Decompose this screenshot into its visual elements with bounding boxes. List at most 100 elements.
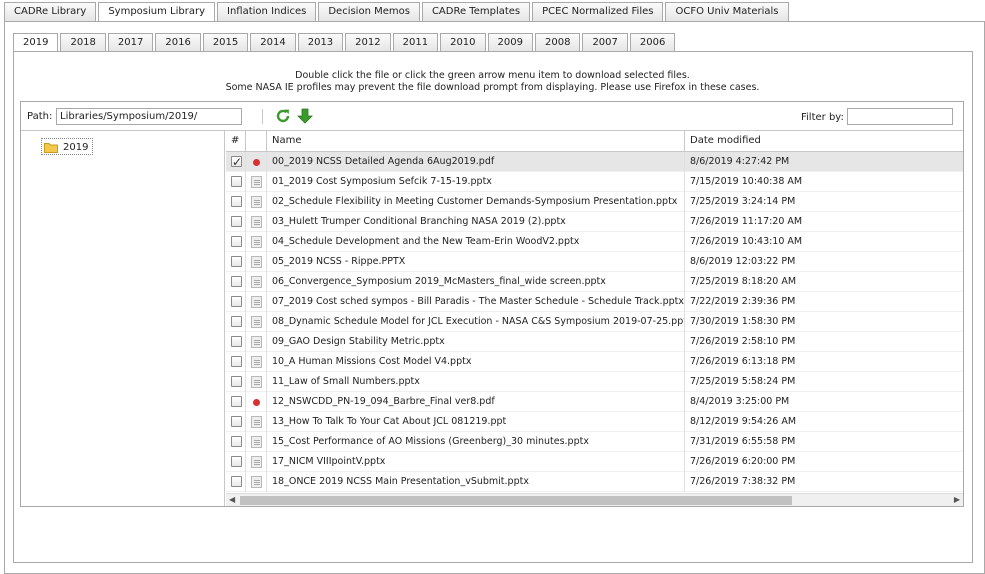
tab-symposium-library[interactable]: Symposium Library (98, 2, 216, 23)
tab-year-2016[interactable]: 2016 (155, 33, 201, 52)
tab-year-2013[interactable]: 2013 (297, 33, 344, 52)
table-row[interactable]: 10_A Human Missions Cost Model V4.pptx 7/… (226, 352, 963, 372)
row-checkbox[interactable] (231, 436, 242, 447)
file-name[interactable]: 10_A Human Missions Cost Model V4.pptx (267, 352, 685, 372)
tab-year-2009[interactable]: 2009 (487, 33, 533, 52)
table-row[interactable]: 00_2019 NCSS Detailed Agenda 6Aug2019.pd… (226, 152, 963, 172)
table-row[interactable]: 08_Dynamic Schedule Model for JCL Execut… (226, 312, 963, 332)
row-checkbox[interactable] (231, 296, 242, 307)
row-checkbox[interactable] (231, 456, 242, 467)
table-row[interactable]: 05_2019 NCSS - Rippe.PPTX 8/6/2019 12:03:… (226, 252, 963, 272)
row-checkbox[interactable] (231, 276, 242, 287)
tab-year-2006[interactable]: 2006 (629, 33, 676, 52)
row-checkbox[interactable] (231, 356, 242, 367)
file-name[interactable]: 07_2019 Cost sched sympos - Bill Paradis… (267, 292, 685, 312)
column-header-number[interactable]: # (226, 131, 246, 152)
table-row[interactable]: 04_Schedule Development and the New Team… (226, 232, 963, 252)
document-file-icon (251, 476, 262, 488)
row-checkbox[interactable] (231, 336, 242, 347)
row-select-cell (226, 252, 246, 272)
tab-cadre-library[interactable]: CADRe Library (4, 2, 97, 22)
file-date-modified: 7/26/2019 6:20:00 PM (690, 456, 796, 467)
row-select-cell (226, 412, 246, 432)
table-row[interactable]: 02_Schedule Flexibility in Meeting Custo… (226, 192, 963, 212)
tree-folder-2019[interactable]: 2019 (41, 138, 94, 155)
year-tabs: 2019 2018 2017 2016 2015 2014 2013 2012 … (13, 33, 677, 53)
tab-year-2014[interactable]: 2014 (250, 33, 296, 52)
row-checkbox[interactable] (231, 396, 242, 407)
table-row[interactable]: 18_ONCE 2019 NCSS Main Presentation_vSub… (226, 472, 963, 492)
file-name[interactable]: 11_Law of Small Numbers.pptx (267, 372, 685, 392)
file-name[interactable]: 03_Hulett Trumper Conditional Branching … (267, 212, 685, 232)
row-checkbox[interactable] (231, 416, 242, 427)
row-checkbox[interactable] (231, 196, 242, 207)
file-name[interactable]: 00_2019 NCSS Detailed Agenda 6Aug2019.pd… (267, 152, 685, 172)
path-input[interactable] (56, 108, 242, 125)
tab-cadre-templates[interactable]: CADRe Templates (421, 2, 531, 22)
file-name[interactable]: 04_Schedule Development and the New Team… (267, 232, 685, 252)
column-header-date-modified[interactable]: Date modified (685, 131, 963, 152)
table-row[interactable]: 12_NSWCDD_PN-19_094_Barbre_Final ver8.pd… (226, 392, 963, 412)
table-row[interactable]: 06_Convergence_Symposium 2019_McMasters_… (226, 272, 963, 292)
column-header-icon (246, 131, 267, 152)
table-row[interactable]: 15_Cost Performance of AO Missions (Gree… (226, 432, 963, 452)
tab-ocfo-univ-materials[interactable]: OCFO Univ Materials (665, 2, 789, 22)
table-row[interactable]: 01_2019 Cost Symposium Sefcik 7-15-19.pp… (226, 172, 963, 192)
row-checkbox[interactable] (231, 256, 242, 267)
library-tabs: CADRe Library Symposium Library Inflatio… (4, 2, 791, 23)
tab-decision-memos[interactable]: Decision Memos (318, 2, 420, 22)
row-icon-cell (246, 452, 267, 472)
file-name[interactable]: 17_NICM VIIIpointV.pptx (267, 452, 685, 472)
file-name[interactable]: 05_2019 NCSS - Rippe.PPTX (267, 252, 685, 272)
tab-year-2019[interactable]: 2019 (13, 33, 59, 53)
scroll-left-icon[interactable]: ◀ (229, 495, 235, 504)
refresh-icon[interactable] (275, 108, 291, 124)
scroll-right-icon[interactable]: ▶ (954, 495, 960, 504)
tab-year-2012[interactable]: 2012 (345, 33, 391, 52)
download-instructions: Double click the file or click the green… (295, 70, 690, 81)
tab-year-2017[interactable]: 2017 (107, 33, 154, 52)
document-file-icon (251, 276, 262, 288)
file-name[interactable]: 06_Convergence_Symposium 2019_McMasters_… (267, 272, 685, 292)
row-checkbox[interactable] (231, 236, 242, 247)
table-row[interactable]: 13_How To Talk To Your Cat About JCL 081… (226, 412, 963, 432)
row-checkbox[interactable] (231, 176, 242, 187)
tab-year-2011[interactable]: 2011 (392, 33, 439, 52)
tab-year-2007[interactable]: 2007 (582, 33, 628, 52)
document-file-icon (251, 256, 262, 268)
document-file-icon (251, 376, 262, 388)
file-name[interactable]: 09_GAO Design Stability Metric.pptx (267, 332, 685, 352)
tab-year-2018[interactable]: 2018 (60, 33, 106, 52)
row-checkbox[interactable] (231, 376, 242, 387)
tab-inflation-indices[interactable]: Inflation Indices (217, 2, 317, 22)
horizontal-scrollbar[interactable]: ◀ ▶ (226, 493, 963, 506)
file-name[interactable]: 02_Schedule Flexibility in Meeting Custo… (267, 192, 685, 212)
tab-year-2015[interactable]: 2015 (202, 33, 249, 52)
file-date-modified: 7/31/2019 6:55:58 PM (690, 436, 796, 447)
file-name[interactable]: 01_2019 Cost Symposium Sefcik 7-15-19.pp… (267, 172, 685, 192)
filter-input[interactable] (847, 108, 953, 125)
tab-year-2010[interactable]: 2010 (440, 33, 486, 52)
row-select-cell (226, 432, 246, 452)
pdf-file-icon (251, 396, 262, 408)
row-checkbox[interactable] (231, 316, 242, 327)
scrollbar-thumb[interactable] (240, 496, 792, 505)
table-row[interactable]: 07_2019 Cost sched sympos - Bill Paradis… (226, 292, 963, 312)
row-checkbox[interactable] (231, 153, 242, 172)
file-name[interactable]: 12_NSWCDD_PN-19_094_Barbre_Final ver8.pd… (267, 392, 685, 412)
file-name[interactable]: 13_How To Talk To Your Cat About JCL 081… (267, 412, 685, 432)
table-row[interactable]: 11_Law of Small Numbers.pptx 7/25/2019 5:… (226, 372, 963, 392)
column-header-name[interactable]: Name (267, 131, 685, 152)
row-checkbox[interactable] (231, 476, 242, 487)
row-select-cell (226, 272, 246, 292)
tab-year-2008[interactable]: 2008 (534, 33, 581, 52)
file-name[interactable]: 08_Dynamic Schedule Model for JCL Execut… (267, 312, 685, 332)
file-name[interactable]: 18_ONCE 2019 NCSS Main Presentation_vSub… (267, 472, 685, 492)
tab-pcec-normalized-files[interactable]: PCEC Normalized Files (532, 2, 664, 22)
file-name[interactable]: 15_Cost Performance of AO Missions (Gree… (267, 432, 685, 452)
table-row[interactable]: 17_NICM VIIIpointV.pptx 7/26/2019 6:20:00… (226, 452, 963, 472)
row-checkbox[interactable] (231, 216, 242, 227)
table-row[interactable]: 09_GAO Design Stability Metric.pptx 7/26/… (226, 332, 963, 352)
download-arrow-icon[interactable] (297, 108, 313, 124)
table-row[interactable]: 03_Hulett Trumper Conditional Branching … (226, 212, 963, 232)
